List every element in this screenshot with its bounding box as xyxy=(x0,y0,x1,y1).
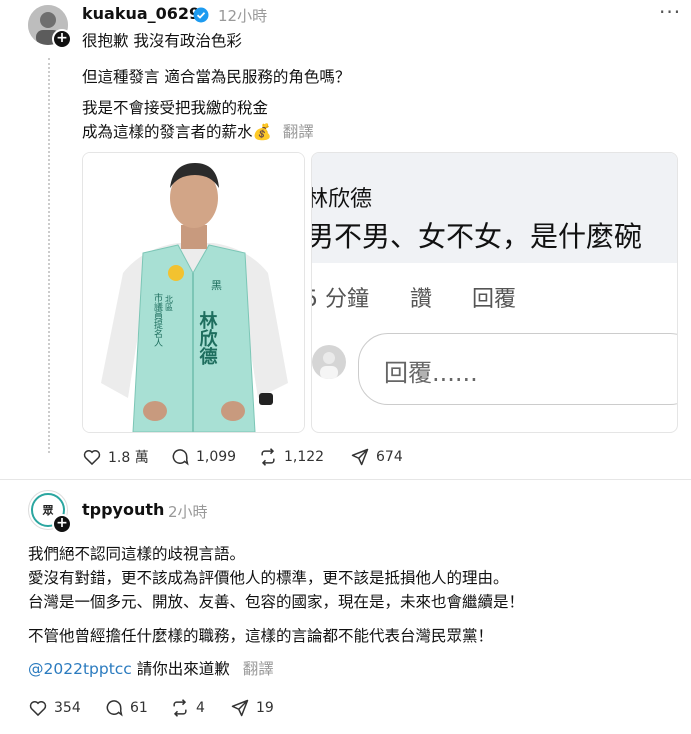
comment-icon xyxy=(106,700,123,717)
vest-side-text: 市議員提名人 xyxy=(152,292,163,347)
like-button-2[interactable]: 354 xyxy=(28,698,81,718)
post2-p4: 不管他曾經擔任什麼樣的職務，這樣的言論都不能代表台灣民眾黨！ xyxy=(28,627,494,645)
comment-count-2: 61 xyxy=(130,700,148,716)
verified-badge-icon xyxy=(193,7,209,23)
post1-line3: 我是不會接受把我繳的稅金 xyxy=(82,99,269,117)
send-icon xyxy=(351,448,369,466)
post1-line4: 成為這樣的發言者的薪水💰 翻譯 xyxy=(82,120,314,144)
follow-plus-icon-2[interactable]: + xyxy=(52,514,72,534)
post2-p1: 我們絕不認同這樣的歧視言語。 xyxy=(28,545,246,563)
share-count: 674 xyxy=(376,449,403,465)
comment-body-text: 男不男、女不女，是什麼碗 xyxy=(311,220,643,253)
comment-count: 1,099 xyxy=(196,449,237,465)
vest-name-text: 林欣德 xyxy=(197,310,218,366)
repost-icon xyxy=(261,448,275,466)
more-options-icon[interactable]: ··· xyxy=(659,0,681,24)
comment-reply-placeholder: 回覆...... xyxy=(384,359,478,387)
post1-username[interactable]: kuakua_0629 xyxy=(82,4,200,23)
svg-text:眾: 眾 xyxy=(42,504,54,517)
post1-line1: 很抱歉 我沒有政治色彩 xyxy=(82,32,242,50)
post2-mention-line: @2022tpptcc 請你出來道歉 翻譯 xyxy=(28,657,274,681)
comment-author-name: 林欣德 xyxy=(311,187,373,212)
post2-username[interactable]: tppyouth xyxy=(82,500,164,519)
post-divider xyxy=(0,479,691,480)
repost-count: 1,122 xyxy=(284,449,325,465)
share-button-2[interactable]: 19 xyxy=(230,698,274,718)
svg-text:黑: 黑 xyxy=(211,279,222,292)
repost-icon xyxy=(173,699,187,717)
share-button[interactable]: 674 xyxy=(350,447,403,467)
post1-image-comment-screenshot[interactable]: 林欣德 男不男、女不女，是什麼碗 5 分鐘 讚 回覆 回覆...... xyxy=(311,152,678,433)
repost-button[interactable]: 1,122 xyxy=(258,447,324,467)
mention-text: 請你出來道歉 xyxy=(131,660,230,678)
heart-icon xyxy=(29,700,47,717)
post1-image-candidate[interactable]: 黑 林欣德 市議員提名人 北區 xyxy=(82,152,305,433)
post2-p3: 台灣是一個多元、開放、友善、包容的國家，現在是，未來也會繼續是！ xyxy=(28,593,525,611)
comment-icon xyxy=(172,449,189,466)
share-count-2: 19 xyxy=(256,700,274,716)
mention-link[interactable]: @2022tpptcc xyxy=(28,660,132,678)
post1-time: 12小時 xyxy=(218,7,268,25)
comment-button[interactable]: 1,099 xyxy=(170,447,236,467)
like-button[interactable]: 1.8 萬 xyxy=(82,447,149,467)
repost-count-2: 4 xyxy=(196,700,205,716)
comment-time-ago: 5 分鐘 xyxy=(312,287,369,312)
post1-line2: 但這種發言 適合當為民服務的角色嗎？ xyxy=(82,68,351,86)
comment-like-link: 讚 xyxy=(410,287,433,312)
post2-time: 2小時 xyxy=(168,503,208,521)
repost-button-2[interactable]: 4 xyxy=(170,698,205,718)
heart-icon xyxy=(83,449,101,466)
like-count: 1.8 萬 xyxy=(108,450,149,466)
post2-p2: 愛沒有對錯，更不該成為評價他人的標準，更不該是抵損他人的理由。 xyxy=(28,569,509,587)
thread-line xyxy=(48,58,51,453)
follow-plus-icon[interactable]: + xyxy=(52,29,72,49)
candidate-photo: 黑 林欣德 市議員提名人 北區 xyxy=(83,153,304,432)
like-count-2: 354 xyxy=(54,700,81,716)
translate-link[interactable]: 翻譯 xyxy=(283,123,314,141)
comment-button-2[interactable]: 61 xyxy=(104,698,148,718)
post1-line4-text: 成為這樣的發言者的薪水💰 xyxy=(82,123,272,141)
vest-district-text: 北區 xyxy=(165,295,174,311)
send-icon xyxy=(231,699,249,717)
comment-reply-link: 回覆 xyxy=(472,287,517,312)
translate-link-2[interactable]: 翻譯 xyxy=(243,660,274,678)
comment-reply-avatar xyxy=(312,345,346,379)
